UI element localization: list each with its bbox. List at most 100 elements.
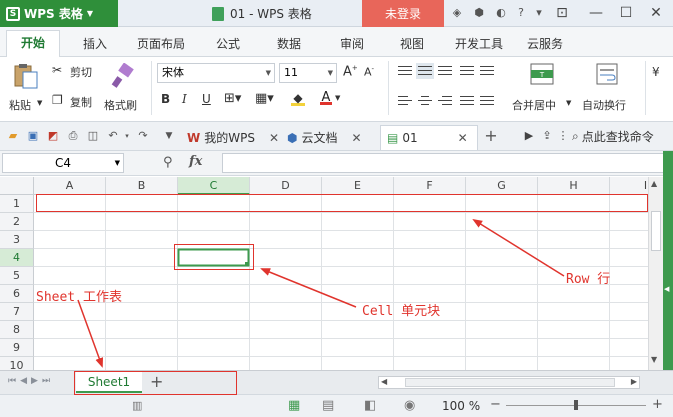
chevron-down-icon[interactable]: ▼ [335,94,340,102]
zoom-in-icon[interactable]: + [652,397,663,412]
bold-icon[interactable]: B [161,92,170,106]
font-size-select[interactable]: 11 ▼ [279,63,337,83]
print-icon[interactable]: ⎙ [66,129,80,143]
tab-insert[interactable]: 插入 [83,35,107,52]
cell-pattern-icon[interactable]: ▦▾ [255,91,274,106]
fill-color-icon[interactable]: ◆ [291,91,305,106]
tab-formulas[interactable]: 公式 [216,35,240,52]
row-header-5[interactable]: 5 [0,267,34,285]
tab-view[interactable]: 视图 [400,35,424,52]
zoom-slider-thumb[interactable] [574,400,578,410]
scroll-left-icon[interactable]: ◀ [381,377,387,386]
indent-icon[interactable] [478,63,496,79]
command-search[interactable]: ⌕ 点此查找命令 [572,127,654,145]
app-menu-button[interactable]: S WPS 表格 ▼ [0,0,118,27]
zoom-level[interactable]: 100 % [442,399,480,413]
row-header-7[interactable]: 7 [0,303,34,321]
maximize-button[interactable]: ☐ [612,0,640,27]
page-break-view-icon[interactable]: ▤ [322,398,334,413]
scrollbar-thumb[interactable] [651,211,661,251]
print-preview-icon[interactable]: ◫ [86,129,100,143]
scrollbar-thumb[interactable] [405,378,615,387]
customize-toolbar-icon[interactable]: ▼ [162,129,176,143]
sheet-nav-arrows-icon[interactable]: ⏮◀▶⏭ [8,376,54,386]
wrap-text-button[interactable]: 自动换行 [580,61,636,117]
video-icon[interactable]: ▶ [522,129,536,143]
formula-input[interactable] [222,153,668,173]
insert-function-icon[interactable]: fx [189,154,202,169]
align-left-icon[interactable] [396,93,414,109]
column-header-b[interactable]: B [106,177,178,195]
close-icon[interactable]: ✕ [352,131,362,145]
row-header-6[interactable]: 6 [0,285,34,303]
row-header-10[interactable]: 10 [0,357,34,370]
font-name-select[interactable]: 宋体 ▼ [157,63,275,83]
column-header-h[interactable]: H [538,177,610,195]
paste-button[interactable]: 粘贴 ▼ [6,61,46,117]
share-icon[interactable]: ⇪ [540,129,554,143]
eye-protection-icon[interactable]: ◉ [404,398,415,413]
align-center-icon[interactable] [416,93,434,109]
scroll-down-icon[interactable]: ▼ [651,355,657,364]
tab-data[interactable]: 数据 [277,35,301,52]
align-middle-icon[interactable] [416,63,434,79]
cut-button[interactable]: ✂ 剪切 [52,63,100,81]
restore-ribbon-icon[interactable]: ⊡ [548,0,576,27]
page-layout-view-icon[interactable]: ◧ [364,398,376,413]
close-icon[interactable]: ✕ [269,131,279,145]
distribute-icon[interactable] [478,93,496,109]
row-header-2[interactable]: 2 [0,213,34,231]
save-icon[interactable]: ▣ [26,129,40,143]
vertical-scrollbar[interactable]: ▲ ▼ [648,177,663,370]
menu-chevron-icon[interactable]: ▾ [532,6,546,20]
close-icon[interactable]: ✕ [458,131,468,145]
feedback-icon[interactable]: ◐ [494,6,508,20]
doc-tab-cloud-docs[interactable]: ⬢ 云文档 ✕ [281,125,379,150]
column-header-f[interactable]: F [394,177,466,195]
align-right-icon[interactable] [436,93,454,109]
chevron-down-icon[interactable]: ▾ [120,129,134,143]
align-bottom-icon[interactable] [436,63,454,79]
settings-icon[interactable]: ⬢ [472,6,486,20]
border-icon[interactable]: ⊞▾ [224,91,241,106]
tab-review[interactable]: 审阅 [340,35,364,52]
tab-developer[interactable]: 开发工具 [455,35,503,52]
zoom-formula-icon[interactable]: ⚲ [163,155,173,170]
tab-cloud[interactable]: 云服务 [527,35,563,52]
new-tab-plus-icon[interactable]: + [484,128,498,144]
open-folder-icon[interactable]: ▰ [6,129,20,143]
doc-tab-my-wps[interactable]: W 我的WPS ✕ [181,125,281,150]
scroll-up-icon[interactable]: ▲ [651,179,657,188]
row-header-9[interactable]: 9 [0,339,34,357]
column-header-e[interactable]: E [322,177,394,195]
macro-icon[interactable]: ▥ [132,399,142,412]
format-painter-button[interactable]: 格式刷 [104,61,144,117]
select-all-corner[interactable] [0,177,34,195]
export-pdf-icon[interactable]: ◩ [46,129,60,143]
column-header-d[interactable]: D [250,177,322,195]
minimize-button[interactable]: — [582,0,610,27]
skin-icon[interactable]: ◈ [450,6,464,20]
number-format-icon[interactable]: ¥ [652,65,660,79]
scroll-right-icon[interactable]: ▶ [631,377,637,386]
column-header-i[interactable]: I [610,177,648,195]
text-orientation-icon[interactable] [458,63,476,79]
side-panel-toggle[interactable]: ◀ [663,151,673,391]
italic-icon[interactable]: I [182,92,187,106]
name-box[interactable]: C4 ▼ [2,153,124,173]
normal-view-icon[interactable]: ▦ [288,398,300,413]
copy-button[interactable]: ❐ 复制 [52,93,100,111]
zoom-slider[interactable] [506,400,646,410]
column-header-c[interactable]: C [178,177,250,195]
undo-icon[interactable]: ↶ [106,129,120,143]
underline-icon[interactable]: U [202,92,211,106]
close-button[interactable]: ✕ [642,0,670,27]
tab-home[interactable]: 开始 [6,30,60,58]
font-color-icon[interactable]: A [320,90,332,105]
row-header-3[interactable]: 3 [0,231,34,249]
horizontal-scrollbar[interactable]: ◀ ▶ [378,376,640,389]
tab-page-layout[interactable]: 页面布局 [137,35,185,52]
login-button[interactable]: 未登录 [362,0,444,27]
more-icon[interactable]: ⋮ [556,129,570,143]
align-top-icon[interactable] [396,63,414,79]
